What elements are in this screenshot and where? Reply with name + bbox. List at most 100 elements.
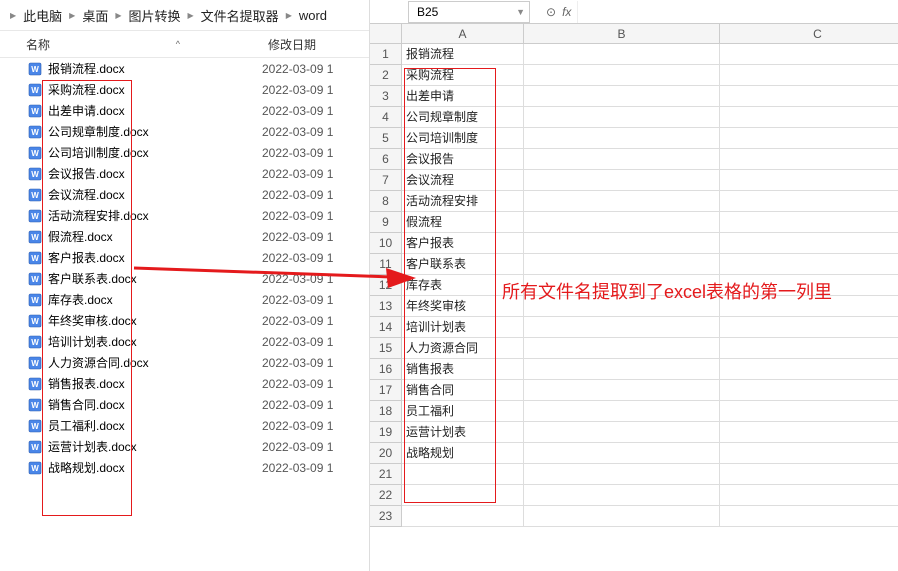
- cell[interactable]: [524, 149, 720, 170]
- header-date[interactable]: 修改日期: [260, 36, 369, 53]
- file-row[interactable]: W 出差申请.docx 2022-03-09 1: [0, 100, 369, 121]
- cell[interactable]: [720, 401, 898, 422]
- row-header[interactable]: 17: [370, 380, 402, 401]
- cell[interactable]: 战略规划: [402, 443, 524, 464]
- cell[interactable]: [524, 296, 720, 317]
- file-row[interactable]: W 公司规章制度.docx 2022-03-09 1: [0, 121, 369, 142]
- cell[interactable]: [720, 65, 898, 86]
- cell[interactable]: [524, 86, 720, 107]
- cell[interactable]: [524, 170, 720, 191]
- cell[interactable]: [402, 485, 524, 506]
- row-header[interactable]: 22: [370, 485, 402, 506]
- row-header[interactable]: 10: [370, 233, 402, 254]
- cell[interactable]: [524, 359, 720, 380]
- corner-cell[interactable]: [370, 24, 402, 44]
- row-header[interactable]: 13: [370, 296, 402, 317]
- file-row[interactable]: W 员工福利.docx 2022-03-09 1: [0, 415, 369, 436]
- cell[interactable]: 采购流程: [402, 65, 524, 86]
- cell[interactable]: [720, 338, 898, 359]
- cell[interactable]: [720, 506, 898, 527]
- column-header[interactable]: B: [524, 24, 720, 44]
- cell[interactable]: [524, 107, 720, 128]
- cell[interactable]: [524, 464, 720, 485]
- cell[interactable]: [524, 254, 720, 275]
- cell[interactable]: [720, 254, 898, 275]
- cell[interactable]: 年终奖审核: [402, 296, 524, 317]
- cell[interactable]: 人力资源合同: [402, 338, 524, 359]
- row-header[interactable]: 16: [370, 359, 402, 380]
- cell[interactable]: 销售报表: [402, 359, 524, 380]
- cell[interactable]: [402, 464, 524, 485]
- cell[interactable]: 活动流程安排: [402, 191, 524, 212]
- cell[interactable]: [720, 212, 898, 233]
- cell[interactable]: [720, 86, 898, 107]
- file-row[interactable]: W 销售合同.docx 2022-03-09 1: [0, 394, 369, 415]
- breadcrumb-folder[interactable]: word: [296, 6, 330, 25]
- file-row[interactable]: W 活动流程安排.docx 2022-03-09 1: [0, 205, 369, 226]
- cell[interactable]: [720, 485, 898, 506]
- cell[interactable]: 公司规章制度: [402, 107, 524, 128]
- cell[interactable]: [524, 65, 720, 86]
- cell[interactable]: [524, 506, 720, 527]
- search-icon[interactable]: ⊙: [546, 5, 556, 19]
- cell[interactable]: 报销流程: [402, 44, 524, 65]
- cell[interactable]: 会议报告: [402, 149, 524, 170]
- breadcrumb-this-pc[interactable]: 此电脑: [20, 4, 65, 27]
- cell[interactable]: [720, 44, 898, 65]
- cell[interactable]: [524, 443, 720, 464]
- cell[interactable]: 运营计划表: [402, 422, 524, 443]
- file-row[interactable]: W 会议报告.docx 2022-03-09 1: [0, 163, 369, 184]
- file-row[interactable]: W 会议流程.docx 2022-03-09 1: [0, 184, 369, 205]
- cell[interactable]: 公司培训制度: [402, 128, 524, 149]
- cell[interactable]: [524, 128, 720, 149]
- cell[interactable]: 假流程: [402, 212, 524, 233]
- cell[interactable]: [720, 149, 898, 170]
- row-header[interactable]: 21: [370, 464, 402, 485]
- file-row[interactable]: W 客户报表.docx 2022-03-09 1: [0, 247, 369, 268]
- cell[interactable]: [720, 359, 898, 380]
- row-header[interactable]: 23: [370, 506, 402, 527]
- cell[interactable]: [524, 338, 720, 359]
- row-header[interactable]: 1: [370, 44, 402, 65]
- cell[interactable]: [720, 275, 898, 296]
- file-row[interactable]: W 年终奖审核.docx 2022-03-09 1: [0, 310, 369, 331]
- row-header[interactable]: 18: [370, 401, 402, 422]
- row-header[interactable]: 11: [370, 254, 402, 275]
- file-row[interactable]: W 假流程.docx 2022-03-09 1: [0, 226, 369, 247]
- row-header[interactable]: 8: [370, 191, 402, 212]
- name-box[interactable]: B25 ▼: [408, 1, 530, 23]
- row-header[interactable]: 9: [370, 212, 402, 233]
- file-row[interactable]: W 报销流程.docx 2022-03-09 1: [0, 58, 369, 79]
- cell[interactable]: [402, 506, 524, 527]
- breadcrumb-desktop[interactable]: 桌面: [79, 4, 111, 27]
- file-row[interactable]: W 运营计划表.docx 2022-03-09 1: [0, 436, 369, 457]
- cell[interactable]: [720, 191, 898, 212]
- breadcrumb-folder[interactable]: 文件名提取器: [198, 4, 282, 27]
- cell[interactable]: 客户联系表: [402, 254, 524, 275]
- cell[interactable]: [720, 422, 898, 443]
- file-row[interactable]: W 公司培训制度.docx 2022-03-09 1: [0, 142, 369, 163]
- row-header[interactable]: 14: [370, 317, 402, 338]
- row-header[interactable]: 2: [370, 65, 402, 86]
- row-header[interactable]: 12: [370, 275, 402, 296]
- cell[interactable]: [720, 464, 898, 485]
- fx-icon[interactable]: fx: [562, 5, 571, 19]
- cell[interactable]: [524, 191, 720, 212]
- file-row[interactable]: W 销售报表.docx 2022-03-09 1: [0, 373, 369, 394]
- cell[interactable]: [720, 128, 898, 149]
- cell[interactable]: [720, 380, 898, 401]
- file-row[interactable]: W 战略规划.docx 2022-03-09 1: [0, 457, 369, 478]
- formula-input[interactable]: [577, 1, 898, 23]
- header-name[interactable]: 名称 ^: [0, 36, 260, 53]
- cell[interactable]: [720, 107, 898, 128]
- cell[interactable]: 客户报表: [402, 233, 524, 254]
- row-header[interactable]: 6: [370, 149, 402, 170]
- file-row[interactable]: W 人力资源合同.docx 2022-03-09 1: [0, 352, 369, 373]
- cell[interactable]: [720, 296, 898, 317]
- cell[interactable]: [524, 422, 720, 443]
- cell[interactable]: [524, 44, 720, 65]
- cell[interactable]: 库存表: [402, 275, 524, 296]
- row-header[interactable]: 4: [370, 107, 402, 128]
- cell[interactable]: [524, 401, 720, 422]
- file-row[interactable]: W 采购流程.docx 2022-03-09 1: [0, 79, 369, 100]
